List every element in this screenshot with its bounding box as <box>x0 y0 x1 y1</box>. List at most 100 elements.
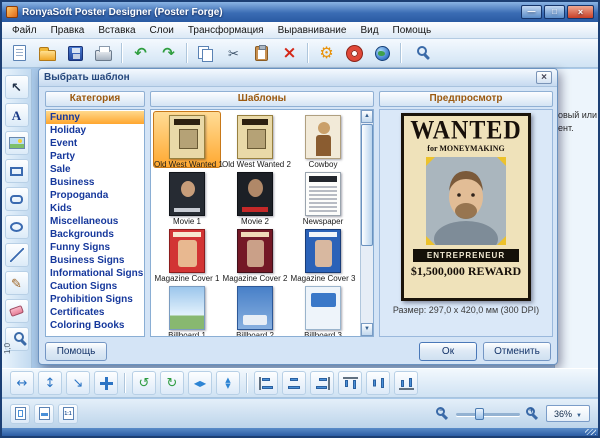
line-tool[interactable] <box>5 243 29 267</box>
template-scrollbar[interactable]: ▲ ▼ <box>360 110 373 336</box>
menu-edit[interactable]: Правка <box>44 24 92 37</box>
cut-button[interactable] <box>221 41 246 66</box>
redo-button[interactable] <box>156 41 181 66</box>
flip-horizontal-button[interactable] <box>188 371 212 395</box>
template-thumbnail <box>237 115 273 159</box>
template-item[interactable]: Billboard 1 <box>153 282 221 337</box>
fit-page-button[interactable] <box>10 404 30 424</box>
help-button[interactable] <box>342 41 367 66</box>
template-item[interactable]: Newspaper <box>289 168 357 225</box>
menu-layers[interactable]: Слои <box>143 24 181 37</box>
category-item-event[interactable]: Event <box>46 137 144 150</box>
template-item-selected[interactable]: Old West Wanted 1 <box>153 111 221 168</box>
dialog-titlebar[interactable]: Выбрать шаблон × <box>39 69 557 87</box>
language-button[interactable] <box>370 41 395 66</box>
delete-button[interactable] <box>277 41 302 66</box>
template-item[interactable]: Magazine Cover 2 <box>221 225 289 282</box>
eraser-tool[interactable] <box>5 299 29 323</box>
align-top-button[interactable] <box>338 371 362 395</box>
new-document-button[interactable] <box>7 41 32 66</box>
menu-insert[interactable]: Вставка <box>91 24 142 37</box>
category-item-party[interactable]: Party <box>46 150 144 163</box>
category-item-funny-signs[interactable]: Funny Signs <box>46 241 144 254</box>
scale-horizontal-button[interactable] <box>10 371 34 395</box>
zoom-out-button[interactable] <box>435 406 451 422</box>
minimize-button[interactable]: — <box>521 5 542 19</box>
template-item[interactable]: Cowboy <box>289 111 357 168</box>
open-button[interactable] <box>35 41 60 66</box>
copy-button[interactable] <box>193 41 218 66</box>
category-item-holiday[interactable]: Holiday <box>46 124 144 137</box>
category-item-certificates[interactable]: Certificates <box>46 306 144 319</box>
rotate-left-button[interactable] <box>132 371 156 395</box>
select-tool[interactable] <box>5 75 29 99</box>
align-middle-button[interactable] <box>366 371 390 395</box>
scroll-down-icon[interactable]: ▼ <box>361 323 373 336</box>
window-titlebar[interactable]: RonyaSoft Poster Designer (Poster Forge)… <box>2 2 598 22</box>
align-bottom-button[interactable] <box>394 371 418 395</box>
flip-vertical-button[interactable] <box>216 371 240 395</box>
category-item-business[interactable]: Business <box>46 176 144 189</box>
menu-view[interactable]: Вид <box>353 24 385 37</box>
globe-icon <box>375 46 390 61</box>
print-button[interactable] <box>91 41 116 66</box>
scroll-up-icon[interactable]: ▲ <box>361 110 373 123</box>
template-item[interactable]: Movie 1 <box>153 168 221 225</box>
template-item[interactable]: Movie 2 <box>221 168 289 225</box>
category-item-miscellaneous[interactable]: Miscellaneous <box>46 215 144 228</box>
category-item-prohibition-signs[interactable]: Prohibition Signs <box>46 293 144 306</box>
close-button[interactable]: × <box>567 5 594 19</box>
settings-button[interactable] <box>314 41 339 66</box>
resize-grip[interactable] <box>585 429 596 435</box>
rounded-rectangle-tool[interactable] <box>5 187 29 211</box>
scale-diagonal-button[interactable] <box>66 371 90 395</box>
pencil-tool[interactable] <box>5 271 29 295</box>
image-tool[interactable] <box>5 131 29 155</box>
template-item[interactable]: Magazine Cover 3 <box>289 225 357 282</box>
menu-align[interactable]: Выравнивание <box>271 24 354 37</box>
template-item[interactable]: Billboard 3 <box>289 282 357 337</box>
category-item-business-signs[interactable]: Business Signs <box>46 254 144 267</box>
template-item[interactable]: Billboard 2 <box>221 282 289 337</box>
actual-size-button[interactable] <box>58 404 78 424</box>
menu-transform[interactable]: Трансформация <box>181 24 271 37</box>
dialog-close-button[interactable]: × <box>536 71 552 84</box>
category-item-sale[interactable]: Sale <box>46 163 144 176</box>
category-item-informational-signs[interactable]: Informational Signs <box>46 267 144 280</box>
text-tool[interactable] <box>5 103 29 127</box>
fit-width-button[interactable] <box>34 404 54 424</box>
zoom-slider-thumb[interactable] <box>475 408 484 420</box>
undo-button[interactable] <box>128 41 153 66</box>
category-item-funny[interactable]: Funny <box>46 111 144 124</box>
align-left-icon <box>259 377 274 390</box>
rectangle-tool[interactable] <box>5 159 29 183</box>
zoom-slider[interactable] <box>456 407 520 421</box>
template-item[interactable]: Magazine Cover 1 <box>153 225 221 282</box>
align-left-button[interactable] <box>254 371 278 395</box>
ellipse-tool[interactable] <box>5 215 29 239</box>
align-right-button[interactable] <box>310 371 334 395</box>
move-button[interactable] <box>94 371 118 395</box>
app-window: RonyaSoft Poster Designer (Poster Forge)… <box>0 0 600 438</box>
category-item-backgrounds[interactable]: Backgrounds <box>46 228 144 241</box>
menu-file[interactable]: Файл <box>5 24 44 37</box>
scale-vertical-button[interactable] <box>38 371 62 395</box>
rotate-right-button[interactable] <box>160 371 184 395</box>
cancel-button[interactable]: Отменить <box>483 342 551 361</box>
menu-help[interactable]: Помощь <box>386 24 439 37</box>
ok-button[interactable]: Ок <box>419 342 477 361</box>
save-button[interactable] <box>63 41 88 66</box>
maximize-button[interactable]: □ <box>544 5 565 19</box>
help-dialog-button[interactable]: Помощь <box>45 342 107 361</box>
paste-button[interactable] <box>249 41 274 66</box>
category-item-coloring-books[interactable]: Coloring Books <box>46 319 144 332</box>
zoom-in-button[interactable] <box>525 406 541 422</box>
category-item-kids[interactable]: Kids <box>46 202 144 215</box>
category-item-caution-signs[interactable]: Caution Signs <box>46 280 144 293</box>
zoom-level-select[interactable]: 36% <box>546 405 590 422</box>
zoom-button[interactable] <box>407 41 432 66</box>
template-item[interactable]: Old West Wanted 2 <box>221 111 289 168</box>
scrollbar-thumb[interactable] <box>361 124 373 246</box>
category-item-propoganda[interactable]: Propoganda <box>46 189 144 202</box>
align-center-button[interactable] <box>282 371 306 395</box>
